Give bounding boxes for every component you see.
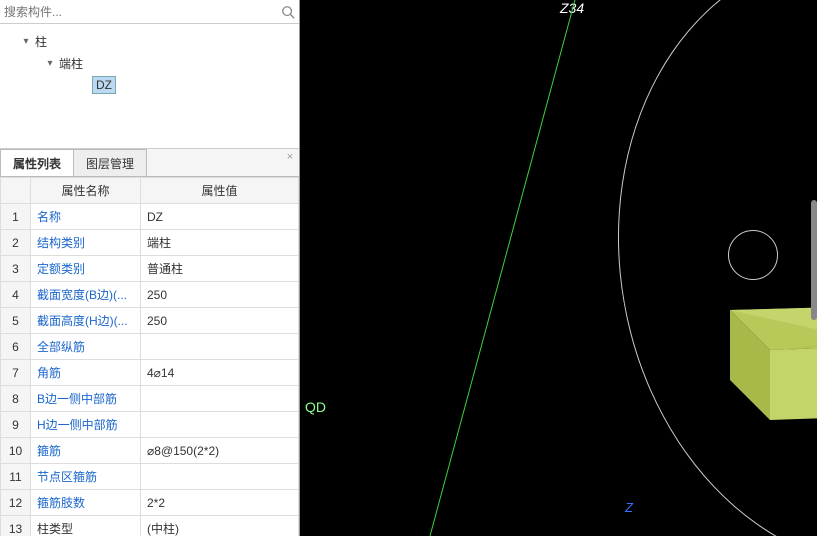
row-index: 7 xyxy=(1,360,31,386)
property-value[interactable] xyxy=(141,464,299,490)
axis-label-z: Z xyxy=(625,500,633,515)
properties-table-wrap: 属性名称 属性值 1名称DZ2结构类别端柱3定额类别普通柱4截面宽度(B边)(.… xyxy=(0,177,299,536)
property-value[interactable]: 4⌀14 xyxy=(141,360,299,386)
tree-item[interactable]: ▾端柱 xyxy=(4,52,295,74)
tree-item-label: 端柱 xyxy=(56,54,86,73)
property-name[interactable]: 全部纵筋 xyxy=(31,334,141,360)
property-name[interactable]: 截面宽度(B边)(... xyxy=(31,282,141,308)
row-index: 8 xyxy=(1,386,31,412)
tab-properties[interactable]: 属性列表 xyxy=(0,149,74,176)
tree-item[interactable]: ▾柱 xyxy=(4,30,295,52)
property-name[interactable]: B边一侧中部筋 xyxy=(31,386,141,412)
property-value[interactable]: 2*2 xyxy=(141,490,299,516)
row-index: 10 xyxy=(1,438,31,464)
3d-viewport[interactable]: Z34 QD Z xyxy=(300,0,817,536)
property-value[interactable]: DZ xyxy=(141,204,299,230)
search-bar xyxy=(0,0,299,24)
table-row[interactable]: 3定额类别普通柱 xyxy=(1,256,299,282)
search-icon[interactable] xyxy=(281,5,295,19)
row-index: 9 xyxy=(1,412,31,438)
property-value[interactable]: (中柱) xyxy=(141,516,299,536)
tab-layers[interactable]: 图层管理 xyxy=(73,149,147,176)
table-row[interactable]: 7角筋4⌀14 xyxy=(1,360,299,386)
viewport-scrollbar[interactable] xyxy=(811,200,817,320)
property-name[interactable]: H边一侧中部筋 xyxy=(31,412,141,438)
tree-item[interactable]: DZ xyxy=(4,74,295,96)
property-value[interactable] xyxy=(141,412,299,438)
search-input[interactable] xyxy=(4,5,281,19)
table-row[interactable]: 13柱类型(中柱) xyxy=(1,516,299,536)
table-row[interactable]: 8B边一侧中部筋 xyxy=(1,386,299,412)
table-row[interactable]: 11节点区箍筋 xyxy=(1,464,299,490)
property-name[interactable]: 节点区箍筋 xyxy=(31,464,141,490)
row-index: 1 xyxy=(1,204,31,230)
row-index: 2 xyxy=(1,230,31,256)
left-panel: ▾柱▾端柱DZ × 属性列表 图层管理 属性名称 属性值 1名称DZ2结构类别端… xyxy=(0,0,300,536)
properties-table: 属性名称 属性值 1名称DZ2结构类别端柱3定额类别普通柱4截面宽度(B边)(.… xyxy=(0,177,299,536)
property-value[interactable]: 250 xyxy=(141,282,299,308)
table-row[interactable]: 5截面高度(H边)(...250 xyxy=(1,308,299,334)
property-name[interactable]: 定额类别 xyxy=(31,256,141,282)
row-index: 13 xyxy=(1,516,31,536)
foundation-slab xyxy=(720,290,817,460)
property-value[interactable]: 普通柱 xyxy=(141,256,299,282)
tree-toggle-icon[interactable]: ▾ xyxy=(44,58,56,69)
property-value[interactable]: 端柱 xyxy=(141,230,299,256)
property-name[interactable]: 截面高度(H边)(... xyxy=(31,308,141,334)
property-name[interactable]: 结构类别 xyxy=(31,230,141,256)
row-index: 12 xyxy=(1,490,31,516)
row-index: 3 xyxy=(1,256,31,282)
table-row[interactable]: 2结构类别端柱 xyxy=(1,230,299,256)
property-value[interactable] xyxy=(141,386,299,412)
tree-item-label: DZ xyxy=(92,76,116,94)
tree-toggle-icon[interactable]: ▾ xyxy=(20,36,32,47)
table-row[interactable]: 4截面宽度(B边)(...250 xyxy=(1,282,299,308)
property-name[interactable]: 箍筋 xyxy=(31,438,141,464)
property-name[interactable]: 角筋 xyxy=(31,360,141,386)
col-value-header: 属性值 xyxy=(141,178,299,204)
property-name[interactable]: 箍筋肢数 xyxy=(31,490,141,516)
col-index-header xyxy=(1,178,31,204)
tree-item-label: 柱 xyxy=(32,32,50,51)
row-index: 5 xyxy=(1,308,31,334)
property-value[interactable]: ⌀8@150(2*2) xyxy=(141,438,299,464)
row-index: 4 xyxy=(1,282,31,308)
table-row[interactable]: 12箍筋肢数2*2 xyxy=(1,490,299,516)
property-name: 柱类型 xyxy=(31,516,141,536)
close-icon[interactable]: × xyxy=(283,150,297,164)
table-row[interactable]: 9H边一侧中部筋 xyxy=(1,412,299,438)
component-tree: ▾柱▾端柱DZ xyxy=(0,24,299,149)
table-row[interactable]: 10箍筋⌀8@150(2*2) xyxy=(1,438,299,464)
property-value[interactable] xyxy=(141,334,299,360)
row-index: 11 xyxy=(1,464,31,490)
property-value[interactable]: 250 xyxy=(141,308,299,334)
table-row[interactable]: 1名称DZ xyxy=(1,204,299,230)
panel-tabs: 属性列表 图层管理 xyxy=(0,149,299,177)
row-index: 6 xyxy=(1,334,31,360)
col-name-header: 属性名称 xyxy=(31,178,141,204)
table-row[interactable]: 6全部纵筋 xyxy=(1,334,299,360)
property-name[interactable]: 名称 xyxy=(31,204,141,230)
